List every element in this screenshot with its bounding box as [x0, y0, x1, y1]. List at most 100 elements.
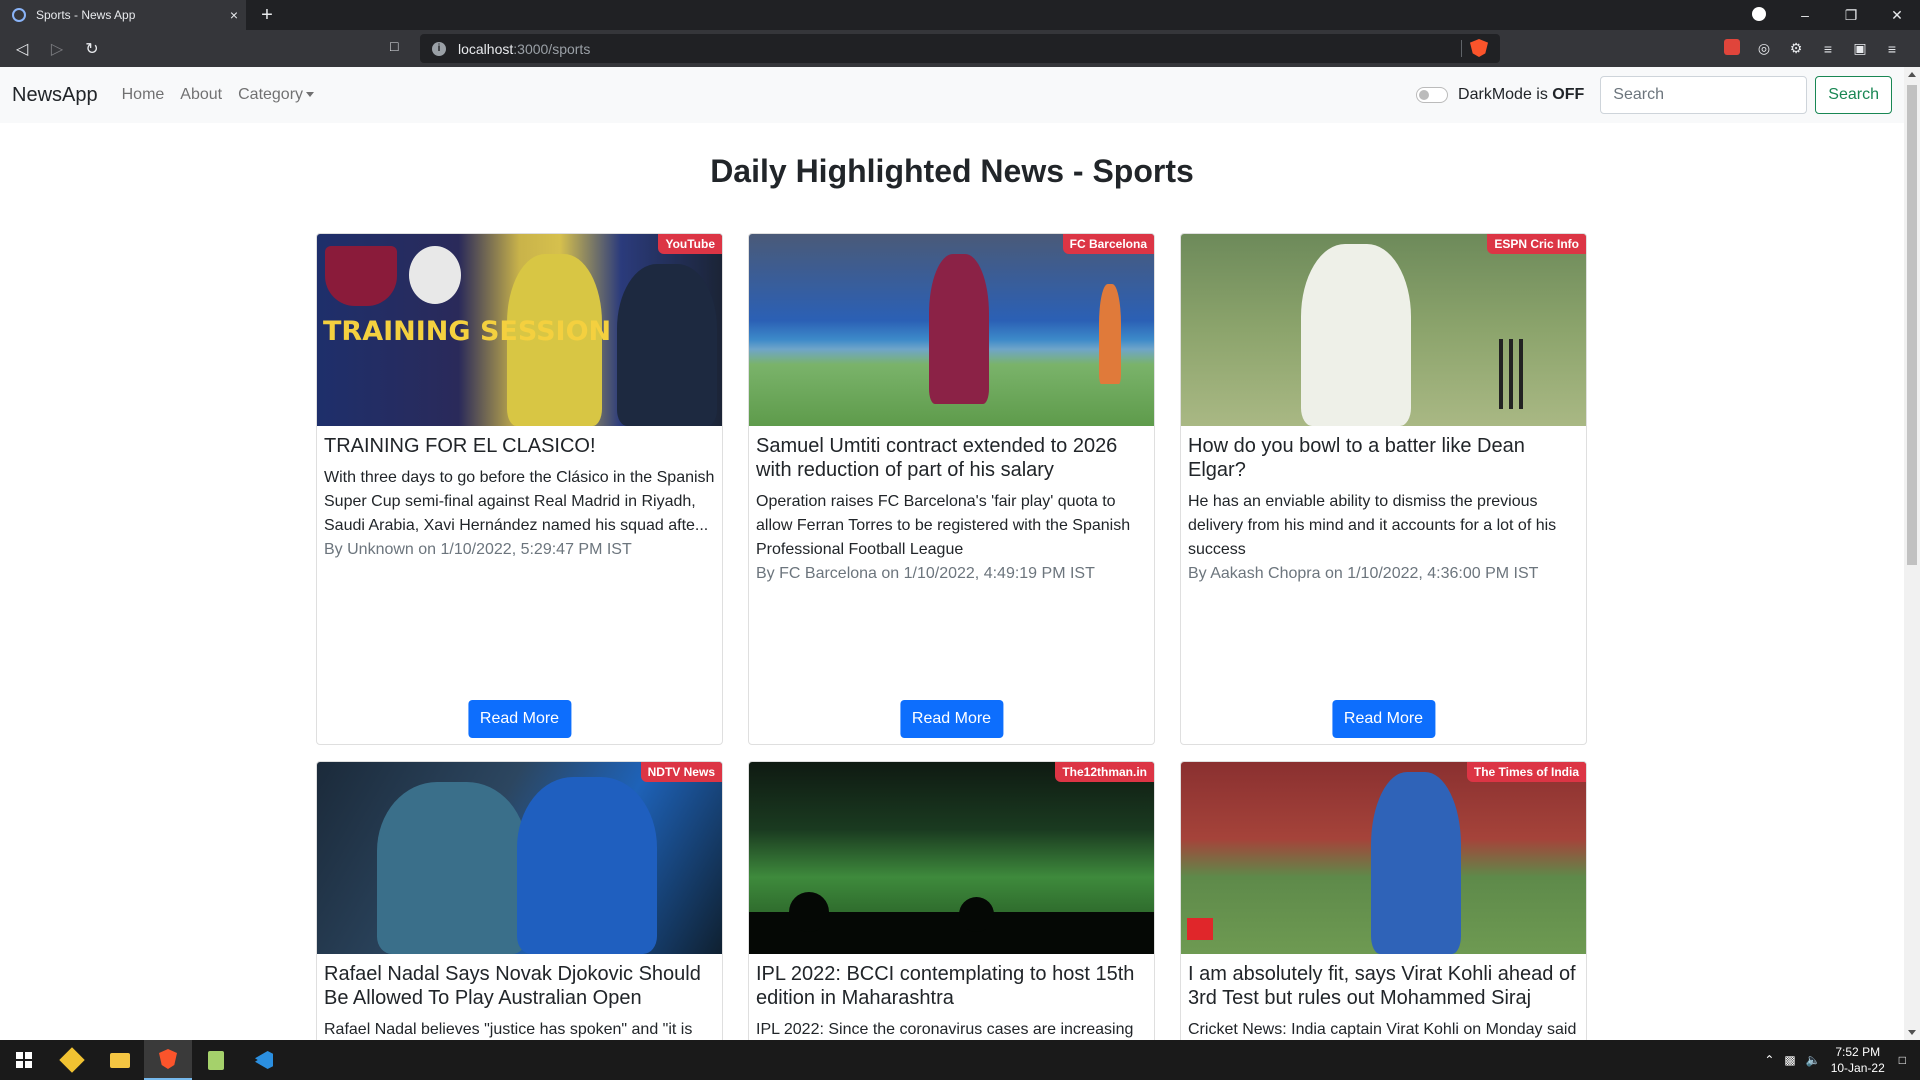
restore-icon[interactable]: ❐: [1828, 7, 1874, 24]
close-window-icon[interactable]: ✕: [1874, 7, 1920, 24]
new-tab-button[interactable]: +: [252, 0, 282, 30]
brave-shield-icon[interactable]: [1470, 39, 1488, 57]
brave-browser-icon: [159, 1049, 177, 1069]
taskbar-app-git[interactable]: [48, 1040, 96, 1080]
coach-figure: [617, 264, 717, 426]
club-crest: [325, 246, 397, 306]
network-icon[interactable]: ▩: [1784, 1053, 1795, 1067]
minimize-icon[interactable]: –: [1782, 7, 1828, 23]
scroll-down-icon[interactable]: [1908, 1030, 1916, 1035]
tab-favicon-icon: [12, 8, 26, 22]
menu-icon[interactable]: ≡: [1876, 41, 1908, 57]
extension-red-icon[interactable]: [1716, 39, 1748, 58]
player-figure: [929, 254, 989, 404]
browser-toolbar: ◁ ▷ ↻ □ i localhost:3000/sports ◎ ⚙ ≡ ▣ …: [0, 30, 1920, 67]
windows-taskbar: ⌃ ▩ 🔈 7:52 PM 10-Jan-22 □: [0, 1040, 1920, 1080]
news-image: ESPN Cric Info: [1181, 234, 1586, 426]
stump: [1509, 339, 1513, 409]
start-button[interactable]: [0, 1040, 48, 1080]
extension-target-icon[interactable]: ◎: [1748, 40, 1780, 57]
nav-link-home[interactable]: Home: [122, 86, 165, 104]
card-title: How do you bowl to a batter like Dean El…: [1188, 435, 1525, 481]
clock-time: 7:52 PM: [1835, 1045, 1881, 1059]
news-card: TRAINING SESSION YouTube TRAINING FOR EL…: [316, 233, 723, 745]
page-title: Daily Highlighted News - Sports: [710, 153, 1194, 189]
back-arrow-icon[interactable]: ◁: [9, 36, 35, 62]
brand-logo[interactable]: NewsApp: [12, 84, 98, 107]
stump: [1519, 339, 1523, 409]
source-badge: The12thman.in: [1055, 762, 1154, 782]
browser-tab[interactable]: Sports - News App ×: [0, 0, 246, 30]
taskbar-app-brave[interactable]: [144, 1040, 192, 1080]
navbar-right: DarkMode is OFF Search: [1416, 76, 1892, 114]
card-meta: By Aakash Chopra on 1/10/2022, 4:36:00 P…: [1188, 565, 1539, 582]
omnibox-divider: [1461, 40, 1462, 57]
category-label: Category: [238, 86, 304, 103]
batter-figure: [1301, 244, 1411, 426]
card-body: How do you bowl to a batter like Dean El…: [1181, 426, 1586, 744]
card-body: Samuel Umtiti contract extended to 2026 …: [749, 426, 1154, 744]
source-badge: ESPN Cric Info: [1487, 234, 1586, 254]
notifications-icon[interactable]: □: [1899, 1053, 1906, 1067]
scroll-up-icon[interactable]: [1908, 72, 1916, 77]
search-button[interactable]: Search: [1815, 76, 1892, 114]
chevron-up-icon[interactable]: ⌃: [1764, 1053, 1774, 1067]
news-card: NDTV News Rafael Nadal Says Novak Djokov…: [316, 761, 723, 1040]
profile-icon[interactable]: [1736, 6, 1782, 24]
taskbar-clock[interactable]: 7:52 PM 10-Jan-22: [1831, 1044, 1885, 1076]
page-scrollbar[interactable]: [1904, 67, 1920, 1040]
news-card: The Times of India I am absolutely fit, …: [1180, 761, 1587, 1040]
read-more-button[interactable]: Read More: [1331, 700, 1436, 738]
news-card: The12thman.in IPL 2022: BCCI contemplati…: [748, 761, 1155, 1040]
news-image: The12thman.in: [749, 762, 1154, 954]
volume-icon[interactable]: 🔈: [1806, 1053, 1821, 1067]
nav-dropdown-category[interactable]: Category: [238, 86, 315, 104]
card-title: IPL 2022: BCCI contemplating to host 15t…: [756, 963, 1135, 1009]
darkmode-toggle[interactable]: [1416, 87, 1449, 103]
url-host: localhost: [458, 40, 514, 57]
card-body: TRAINING FOR EL CLASICO! With three days…: [317, 426, 722, 744]
batter-figure: [1371, 772, 1461, 954]
card-body: IPL 2022: BCCI contemplating to host 15t…: [749, 954, 1154, 1040]
forward-arrow-icon[interactable]: ▷: [44, 36, 70, 62]
taskbar-app-vscode[interactable]: [240, 1040, 288, 1080]
taskbar-app-explorer[interactable]: [96, 1040, 144, 1080]
bookmark-icon[interactable]: □: [390, 38, 398, 54]
address-bar[interactable]: i localhost:3000/sports: [420, 34, 1500, 63]
card-title: Samuel Umtiti contract extended to 2026 …: [756, 435, 1118, 481]
nav-link-about[interactable]: About: [180, 86, 222, 104]
card-meta: By Unknown on 1/10/2022, 5:29:47 PM IST: [324, 541, 632, 558]
stump: [1499, 339, 1503, 409]
source-badge: The Times of India: [1466, 762, 1586, 782]
card-text: Rafael Nadal believes "justice has spoke…: [324, 1021, 693, 1038]
extensions-puzzle-icon[interactable]: ⚙: [1780, 40, 1812, 57]
site-navbar: NewsApp Home About Category DarkMode is …: [0, 67, 1904, 123]
windows-logo-icon: [16, 1052, 32, 1068]
search-input[interactable]: [1600, 76, 1808, 114]
wallet-icon[interactable]: ▣: [1844, 40, 1876, 57]
news-card: ESPN Cric Info How do you bowl to a batt…: [1180, 233, 1587, 745]
window-controls: – ❐ ✕: [1736, 0, 1920, 30]
system-tray: ⌃ ▩ 🔈 7:52 PM 10-Jan-22 □: [1764, 1040, 1920, 1080]
card-title: I am absolutely fit, says Virat Kohli ah…: [1188, 963, 1576, 1009]
card-title: TRAINING FOR EL CLASICO!: [324, 435, 596, 457]
tab-close-icon[interactable]: ×: [230, 7, 238, 23]
read-more-button[interactable]: Read More: [467, 700, 572, 738]
chevron-down-icon: [306, 92, 315, 98]
reload-icon[interactable]: ↻: [79, 36, 105, 62]
club-crest: [409, 246, 461, 304]
card-body: Rafael Nadal Says Novak Djokovic Should …: [317, 954, 722, 1040]
git-app-icon: [59, 1047, 85, 1073]
card-text: He has an enviable ability to dismiss th…: [1188, 493, 1557, 558]
darkmode-text: DarkMode is: [1458, 86, 1553, 103]
taskbar-app-notepad[interactable]: [192, 1040, 240, 1080]
read-more-button[interactable]: Read More: [899, 700, 1004, 738]
card-text: Operation raises FC Barcelona's 'fair pl…: [756, 493, 1131, 558]
folder-icon: [110, 1052, 130, 1068]
page-viewport: NewsApp Home About Category DarkMode is …: [0, 67, 1904, 1040]
card-text: IPL 2022: Since the coronavirus cases ar…: [756, 1021, 1134, 1038]
site-info-icon[interactable]: i: [432, 41, 446, 56]
playlist-icon[interactable]: ≡: [1812, 41, 1844, 57]
vscode-icon: [255, 1051, 273, 1069]
scrollbar-thumb[interactable]: [1907, 85, 1917, 565]
